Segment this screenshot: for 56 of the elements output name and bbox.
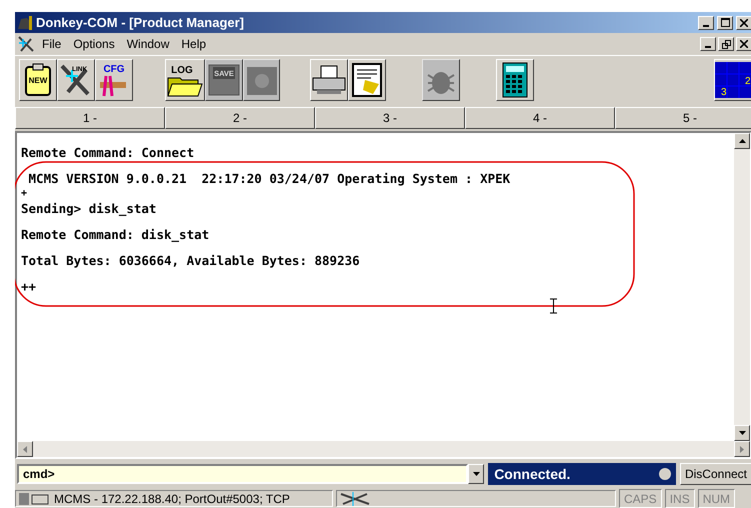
terminal-line: Total Bytes: 6036664, Available Bytes: 889236 (21, 253, 361, 269)
minimize-icon (705, 46, 711, 48)
app-logo-icon (17, 14, 33, 30)
menu-item[interactable]: Options (68, 37, 120, 51)
key-indicator: CAPS (619, 489, 662, 508)
tab[interactable]: 4 - (465, 107, 615, 129)
left-arrow-icon (23, 446, 27, 452)
document-icon (351, 62, 384, 98)
close-button[interactable] (736, 16, 751, 30)
tools-icon (17, 35, 35, 53)
toolbar-button[interactable] (348, 59, 386, 101)
toolbar-button[interactable] (310, 59, 348, 101)
connection-info: MCMS - 172.22.188.40; PortOut#5003; TCP (54, 492, 290, 506)
dropdown-button[interactable] (468, 464, 484, 484)
key-indicator: NUM (698, 489, 736, 508)
toolbar-button[interactable]: NEW (19, 59, 57, 101)
horizontal-scrollbar[interactable] (17, 441, 750, 457)
terminal-line: Sending> disk_stat (21, 201, 158, 217)
menu-item[interactable]: File (37, 37, 66, 51)
maximize-icon (720, 18, 730, 27)
menu-item[interactable]: Help (176, 37, 212, 51)
clipboard-icon: NEW (24, 63, 52, 97)
terminal-line: Remote Command: Connect (21, 145, 196, 161)
minimize-button[interactable] (698, 16, 714, 30)
status-text: Connected. (494, 466, 570, 482)
up-arrow-icon (738, 139, 746, 143)
terminal-line: + (21, 189, 28, 199)
text-cursor-icon (549, 298, 558, 314)
minimize-button[interactable] (700, 37, 716, 51)
close-icon (740, 18, 748, 26)
down-arrow-icon (738, 431, 746, 435)
tab[interactable]: 2 - (165, 107, 315, 129)
window-title: Donkey-COM - [Product Manager] (36, 15, 246, 30)
minimize-icon (703, 24, 709, 26)
tab[interactable]: 1 - (15, 107, 165, 129)
vertical-scrollbar[interactable] (734, 133, 750, 441)
maximize-button[interactable] (717, 16, 733, 30)
terminal-line: MCMS VERSION 9.0.0.21 22:17:20 03/24/07 Operating System : XPEK (28, 171, 512, 187)
close-icon (740, 40, 748, 48)
calculator-icon (502, 62, 528, 98)
right-arrow-icon (740, 446, 744, 452)
key-indicator: INS (664, 489, 695, 508)
terminal-line: ++ (21, 279, 38, 295)
caret-icon (472, 472, 480, 476)
close-button[interactable] (736, 37, 751, 51)
disconnect-button[interactable]: DisConnect (680, 463, 751, 485)
command-field[interactable]: cmd> (17, 464, 468, 484)
toolbar-button[interactable] (496, 59, 534, 101)
restore-icon (722, 40, 730, 48)
menu-item[interactable]: Window (122, 37, 174, 51)
terminal-line: Remote Command: disk_stat (21, 227, 210, 243)
tab[interactable]: 3 - (315, 107, 465, 129)
status-light-icon (658, 467, 672, 481)
tab[interactable]: 5 - (615, 107, 751, 129)
restore-button[interactable] (718, 37, 734, 51)
printer-icon (311, 64, 348, 96)
